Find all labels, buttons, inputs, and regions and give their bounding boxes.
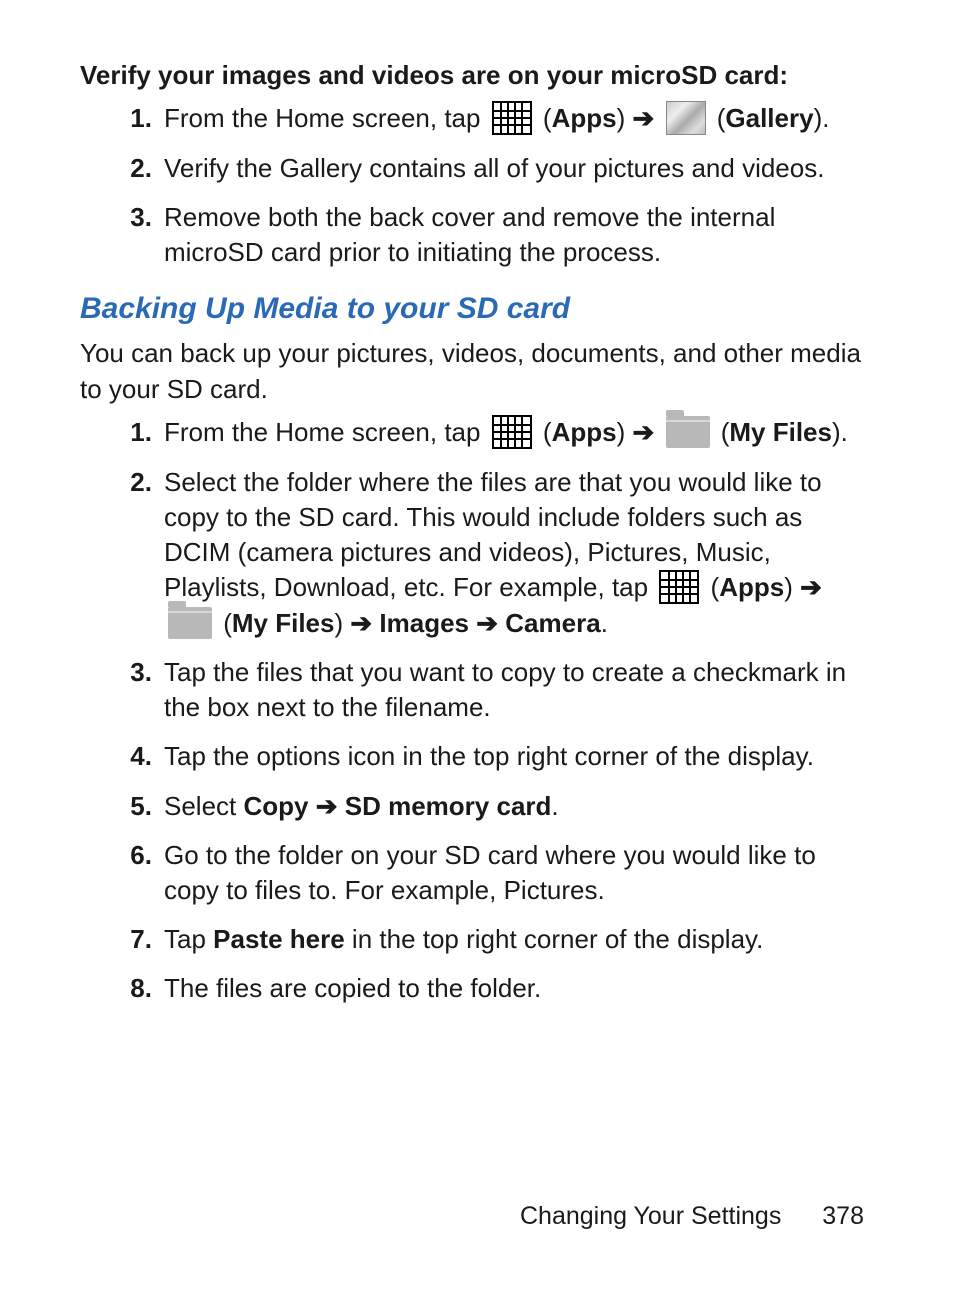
arrow-icon: ➔ bbox=[632, 103, 654, 133]
images-label: Images bbox=[379, 608, 469, 638]
arrow-icon: ➔ bbox=[316, 791, 338, 821]
step-1: From the Home screen, tap (Apps) ➔ (Gall… bbox=[108, 101, 874, 137]
folder-icon bbox=[168, 607, 212, 639]
apps-label: Apps bbox=[552, 417, 617, 447]
step-8: The files are copied to the folder. bbox=[108, 971, 874, 1006]
apps-grid-icon bbox=[492, 415, 532, 449]
camera-label: Camera bbox=[505, 608, 600, 638]
step-text: The files are copied to the folder. bbox=[164, 973, 541, 1003]
step-6: Go to the folder on your SD card where y… bbox=[108, 838, 874, 908]
step-text: Verify the Gallery contains all of your … bbox=[164, 153, 824, 183]
myfiles-label: My Files bbox=[729, 417, 832, 447]
folder-icon bbox=[666, 416, 710, 448]
apps-grid-icon bbox=[492, 101, 532, 135]
chapter-title: Changing Your Settings bbox=[520, 1202, 781, 1230]
step-2: Verify the Gallery contains all of your … bbox=[108, 151, 874, 186]
step-7: Tap Paste here in the top right corner o… bbox=[108, 922, 874, 957]
paste-label: Paste here bbox=[213, 924, 345, 954]
intro-text: You can back up your pictures, videos, d… bbox=[80, 336, 874, 406]
step-text: in the top right corner of the display. bbox=[352, 924, 763, 954]
steps-backup: From the Home screen, tap (Apps) ➔ (My F… bbox=[108, 415, 874, 1006]
apps-label: Apps bbox=[719, 572, 784, 602]
section-heading-verify: Verify your images and videos are on you… bbox=[80, 60, 874, 91]
step-1: From the Home screen, tap (Apps) ➔ (My F… bbox=[108, 415, 874, 451]
step-text: From the Home screen, tap bbox=[164, 103, 488, 133]
sd-label: SD memory card bbox=[345, 791, 552, 821]
gallery-label: Gallery bbox=[725, 103, 813, 133]
steps-verify: From the Home screen, tap (Apps) ➔ (Gall… bbox=[108, 101, 874, 270]
apps-label: Apps bbox=[552, 103, 617, 133]
arrow-icon: ➔ bbox=[632, 417, 654, 447]
manual-page: Verify your images and videos are on you… bbox=[0, 0, 954, 1295]
arrow-icon: ➔ bbox=[476, 608, 498, 638]
subsection-heading-backup: Backing Up Media to your SD card bbox=[80, 292, 874, 326]
step-text: Select bbox=[164, 791, 244, 821]
step-text: Tap bbox=[164, 924, 213, 954]
arrow-icon: ➔ bbox=[350, 608, 372, 638]
arrow-icon: ➔ bbox=[800, 572, 822, 602]
step-5: Select Copy ➔ SD memory card. bbox=[108, 789, 874, 824]
page-number: 378 bbox=[822, 1202, 864, 1230]
gallery-icon bbox=[666, 101, 706, 135]
step-text: Remove both the back cover and remove th… bbox=[164, 202, 775, 267]
step-4: Tap the options icon in the top right co… bbox=[108, 739, 874, 774]
step-text: Go to the folder on your SD card where y… bbox=[164, 840, 816, 905]
apps-grid-icon bbox=[659, 570, 699, 604]
step-text: From the Home screen, tap bbox=[164, 417, 488, 447]
myfiles-label: My Files bbox=[232, 608, 335, 638]
step-text: Tap the files that you want to copy to c… bbox=[164, 657, 846, 722]
copy-label: Copy bbox=[244, 791, 309, 821]
step-3: Remove both the back cover and remove th… bbox=[108, 200, 874, 270]
step-2: Select the folder where the files are th… bbox=[108, 465, 874, 642]
step-text: Tap the options icon in the top right co… bbox=[164, 741, 814, 771]
page-footer: Changing Your Settings 378 bbox=[520, 1202, 864, 1231]
step-3: Tap the files that you want to copy to c… bbox=[108, 655, 874, 725]
